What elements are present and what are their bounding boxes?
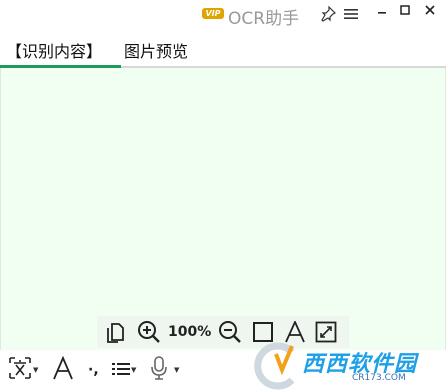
zoom-in-icon[interactable] — [134, 316, 164, 348]
tab-image-preview[interactable]: 图片预览 — [124, 38, 188, 62]
watermark-logo-icon — [254, 342, 295, 390]
font-icon — [52, 355, 74, 384]
pin-icon[interactable] — [319, 4, 337, 24]
recognized-text-area[interactable] — [0, 68, 446, 350]
vip-badge[interactable]: VIP — [202, 8, 224, 19]
app-title: OCR助手 — [228, 9, 300, 29]
watermark-url: CR173.COM — [352, 373, 406, 383]
copy-icon[interactable] — [101, 316, 129, 348]
translate-icon — [8, 356, 32, 384]
microphone-icon — [150, 356, 168, 384]
maximize-icon[interactable] — [399, 0, 411, 20]
title-bar: VIP OCR助手 — [0, 0, 446, 30]
chevron-down-icon: ▼ — [174, 366, 180, 374]
tab-bar: 【识别内容】 图片预览 — [0, 32, 446, 68]
punctuation-button[interactable]: ·, — [88, 358, 99, 382]
zoom-out-icon[interactable] — [215, 316, 245, 348]
chevron-down-icon: ▼ — [131, 366, 137, 374]
watermark: 西西软件园 CR173.COM — [248, 340, 446, 390]
tab-recognized-content[interactable]: 【识别内容】 — [6, 38, 102, 62]
close-icon[interactable] — [424, 0, 436, 20]
voice-input-button[interactable]: ▼ — [150, 356, 180, 384]
punctuation-icon: ·, — [88, 362, 99, 378]
minimize-icon[interactable] — [376, 0, 388, 20]
font-button[interactable] — [52, 355, 74, 384]
zoom-level: 100% — [168, 324, 212, 340]
translate-button[interactable]: ▼ — [8, 356, 39, 384]
list-format-icon — [112, 361, 130, 380]
list-format-button[interactable]: ▼ — [112, 358, 136, 382]
menu-icon[interactable] — [343, 4, 359, 24]
chevron-down-icon: ▼ — [33, 366, 39, 374]
